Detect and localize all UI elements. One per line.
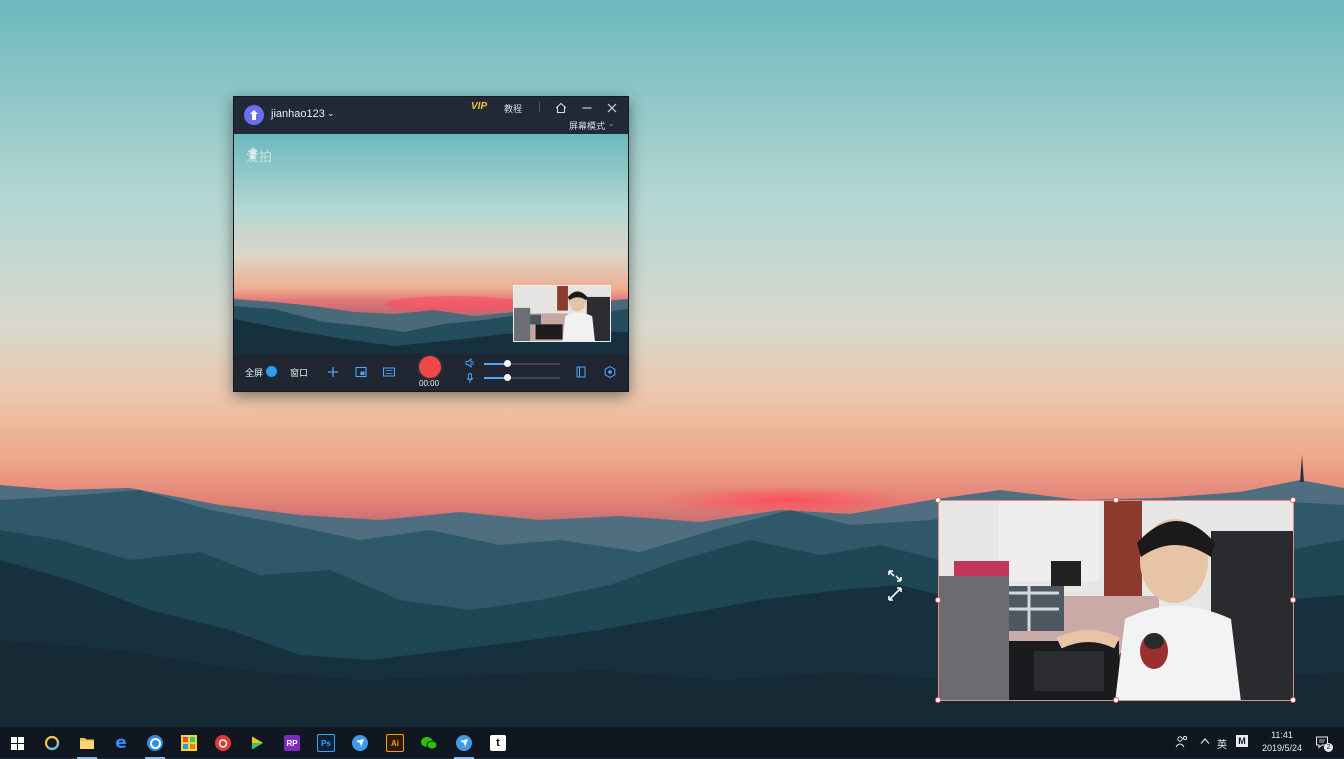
recorder-titlebar[interactable]: jianhao123 ⌄ VIP 教程 屏幕模式 ⌄ — [234, 97, 628, 134]
taskbar-app-grid[interactable] — [176, 730, 202, 756]
gif-icon[interactable] — [382, 365, 396, 379]
speaker-icon[interactable] — [464, 357, 476, 369]
bird-icon — [352, 735, 368, 751]
clock-time[interactable]: 11:41 — [1262, 730, 1302, 740]
resize-handle-top-left[interactable] — [935, 497, 941, 503]
resize-handle-bottom-left[interactable] — [935, 697, 941, 703]
cortana-icon — [44, 735, 60, 751]
bird-icon — [456, 735, 472, 751]
minimize-icon[interactable] — [580, 101, 594, 115]
webcam-overlay[interactable] — [938, 500, 1294, 701]
recording-timer: 00:00 — [419, 379, 440, 388]
taskbar-app-illustrator[interactable]: Ai — [382, 730, 408, 756]
video-list-icon[interactable] — [574, 365, 588, 379]
webcam-person-image — [939, 501, 1293, 700]
folder-icon — [80, 738, 94, 749]
home-icon[interactable] — [554, 101, 568, 115]
resize-handle-right[interactable] — [1290, 597, 1296, 603]
settings-icon[interactable] — [603, 365, 617, 379]
start-button[interactable] — [4, 730, 30, 756]
username-label[interactable]: jianhao123 — [271, 108, 325, 120]
colorful-grid-icon — [181, 735, 197, 751]
taskbar-app-axure[interactable]: RP — [279, 730, 305, 756]
taskbar-app-feishu[interactable] — [347, 730, 373, 756]
taskbar-app-browser[interactable] — [142, 730, 168, 759]
netease-music-icon — [215, 735, 231, 751]
app-watermark: 爱拍 — [246, 146, 272, 165]
rp-icon: RP — [284, 735, 300, 751]
recording-preview: 爱拍 — [234, 134, 628, 354]
taskbar-app-edge[interactable]: e — [108, 730, 134, 756]
mic-volume-knob[interactable] — [504, 374, 511, 381]
user-avatar-icon[interactable] — [244, 105, 264, 125]
play-icon — [252, 736, 263, 750]
titlebar-divider — [539, 102, 540, 112]
taskbar-app-typora[interactable]: t — [485, 730, 511, 756]
browser-q-icon — [147, 735, 163, 751]
taskbar-app-file-explorer[interactable] — [74, 730, 100, 759]
webcam-person-image — [514, 286, 610, 341]
screen-mode-select[interactable]: 屏幕模式 — [569, 119, 605, 132]
resize-handle-bottom[interactable] — [1113, 697, 1119, 703]
windows-start-icon — [10, 736, 24, 750]
t-icon: t — [490, 735, 506, 751]
chevron-down-icon[interactable]: ⌄ — [608, 119, 615, 128]
taskbar: e RP Ps Ai t 英 M 11:41 2019/5/24 2 — [0, 727, 1344, 759]
vip-badge[interactable]: VIP — [471, 101, 487, 112]
tutorial-link[interactable]: 教程 — [504, 102, 522, 115]
taskbar-app-video-player[interactable] — [244, 730, 270, 756]
picture-in-picture-icon[interactable] — [354, 365, 368, 379]
aipai-logo-icon — [248, 147, 258, 159]
ai-icon: Ai — [386, 734, 404, 752]
microphone-icon[interactable] — [464, 372, 476, 384]
resize-handle-top-right[interactable] — [1290, 497, 1296, 503]
wechat-icon — [421, 737, 438, 750]
clock-date[interactable]: 2019/5/24 — [1256, 743, 1308, 753]
taskbar-app-recorder[interactable] — [451, 730, 477, 759]
ime-mode-indicator[interactable]: M — [1236, 735, 1248, 747]
edge-icon: e — [115, 733, 127, 753]
resize-handle-bottom-right[interactable] — [1290, 697, 1296, 703]
window-mode-label[interactable]: 窗口 — [290, 366, 308, 379]
recorder-toolbar: 全屏 窗口 00:00 — [234, 354, 628, 391]
fullscreen-toggle[interactable] — [266, 366, 277, 377]
taskbar-app-photoshop[interactable]: Ps — [313, 730, 339, 756]
ps-icon: Ps — [317, 734, 335, 752]
preview-camera-thumbnail — [513, 285, 611, 342]
taskbar-app-netease-music[interactable] — [210, 730, 236, 756]
people-icon[interactable] — [1175, 735, 1189, 749]
resize-handle-top[interactable] — [1113, 497, 1119, 503]
ime-language-indicator[interactable]: 英 — [1217, 736, 1227, 751]
notification-count-badge: 2 — [1324, 743, 1333, 752]
resize-handle-left[interactable] — [935, 597, 941, 603]
record-button[interactable] — [419, 356, 441, 378]
user-menu-chevron-icon[interactable]: ⌄ — [327, 108, 335, 119]
add-icon[interactable] — [326, 365, 340, 379]
chevron-up-icon[interactable] — [1200, 737, 1210, 745]
recorder-window: jianhao123 ⌄ VIP 教程 屏幕模式 ⌄ 爱拍 全屏 窗口 00:0… — [233, 96, 629, 392]
resize-arrows-icon[interactable] — [885, 568, 905, 604]
taskbar-app-wechat[interactable] — [416, 730, 442, 756]
fullscreen-mode-label[interactable]: 全屏 — [245, 366, 263, 379]
close-icon[interactable] — [605, 101, 619, 115]
taskbar-app-cortana[interactable] — [39, 730, 65, 756]
speaker-volume-knob[interactable] — [504, 360, 511, 367]
